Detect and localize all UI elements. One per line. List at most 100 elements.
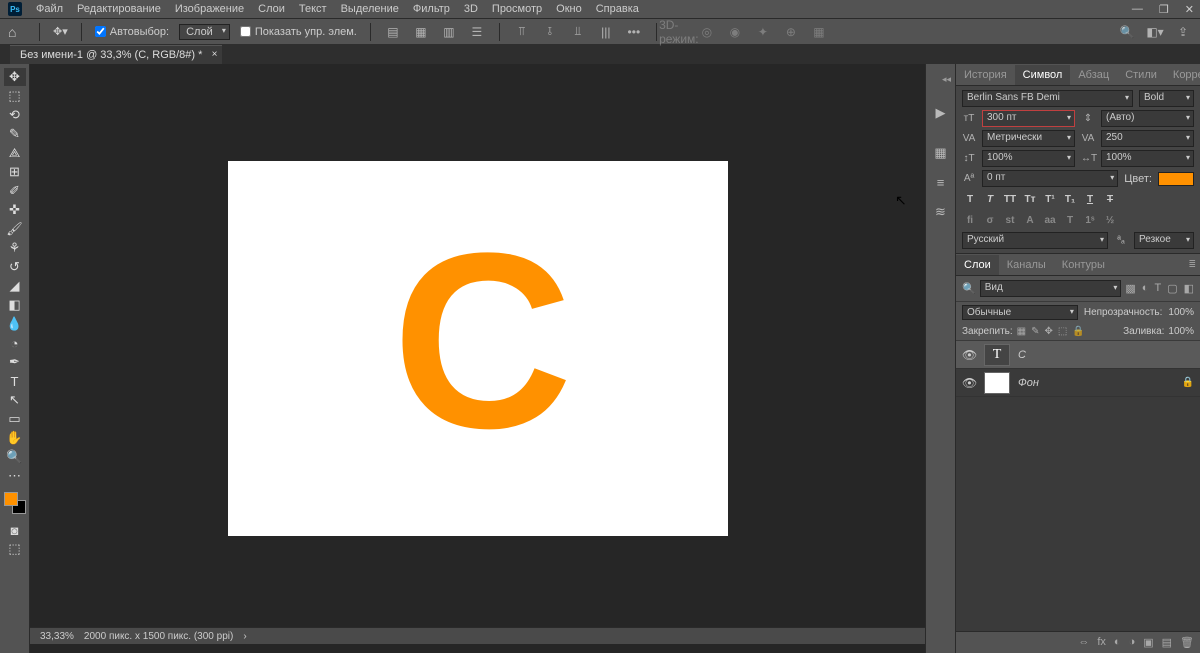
align-top-icon[interactable]: ⫪ [513,23,531,41]
doc-info[interactable]: 2000 пикс. x 1500 пикс. (300 ppi) [84,631,233,642]
menu-text[interactable]: Текст [299,3,327,15]
ot-1st[interactable]: 1ˢ [1082,213,1098,227]
move-tool[interactable]: ✥ [4,68,26,86]
paths-tab[interactable]: Контуры [1054,255,1113,275]
menu-window[interactable]: Окно [556,3,582,15]
layer-item[interactable]: 👁 T C [956,341,1200,369]
layer-search-icon[interactable]: 🔍 [962,282,976,295]
lock-transparency-icon[interactable]: ▦ [1017,326,1026,337]
maximize-icon[interactable]: ❐ [1159,3,1169,16]
color-swatches[interactable] [4,492,26,514]
filter-text-icon[interactable]: T [1154,282,1161,295]
zoom-level[interactable]: 33,33% [40,631,74,642]
distribute-icon[interactable]: ☰ [468,23,486,41]
history-tab[interactable]: История [956,65,1015,85]
layers-panel-menu-icon[interactable]: ≣ [1188,259,1196,270]
layer-thumbnail[interactable]: T [984,344,1010,366]
brush-tool[interactable]: 🖌 [4,220,26,238]
screenmode-tool[interactable]: ⬚ [4,540,26,558]
clone-tool[interactable]: ⚘ [4,239,26,257]
minimize-icon[interactable]: — [1132,3,1143,15]
filter-adjust-icon[interactable]: ◐ [1142,282,1149,295]
document-tab-close-icon[interactable]: × [212,49,218,60]
strikethrough-button[interactable]: T [1102,192,1118,206]
lock-paint-icon[interactable]: ✎ [1031,326,1039,337]
hscale-input[interactable]: 100% [1101,150,1194,167]
edit-toolbar[interactable]: ⋯ [4,467,26,485]
leading-input[interactable]: (Авто) [1101,110,1194,127]
ot-ad[interactable]: aa [1042,213,1058,227]
panel-icon-2[interactable]: ≡ [937,175,945,190]
bold-button[interactable]: T [962,192,978,206]
filter-smart-icon[interactable]: ◧ [1184,282,1194,295]
quickmask-tool[interactable]: ◙ [4,521,26,539]
eyedropper-tool[interactable]: ✐ [4,182,26,200]
lasso-tool[interactable]: ⟲ [4,106,26,124]
type-tool[interactable]: T [4,372,26,390]
menu-view[interactable]: Просмотр [492,3,542,15]
lock-all-icon[interactable]: 🔒 [1072,326,1084,337]
lock-artboard-icon[interactable]: ⬚ [1058,326,1067,337]
path-select-tool[interactable]: ↖ [4,391,26,409]
show-controls-checkbox[interactable]: Показать упр. элем. [240,26,357,38]
pen-tool[interactable]: ✒ [4,353,26,371]
layer-name[interactable]: Фон [1018,377,1039,389]
menu-edit[interactable]: Редактирование [77,3,161,15]
move-tool-icon[interactable]: ✥▾ [53,25,68,38]
allcaps-button[interactable]: TT [1002,192,1018,206]
underline-button[interactable]: T [1082,192,1098,206]
layer-visibility-icon[interactable]: 👁 [962,348,976,362]
ot-half[interactable]: ½ [1102,213,1118,227]
eraser-tool[interactable]: ◢ [4,277,26,295]
language-dropdown[interactable]: Русский [962,232,1108,249]
align-bottom-icon[interactable]: ⫫ [569,23,587,41]
distribute-v-icon[interactable]: ||| [597,23,615,41]
workspace-icon[interactable]: ◧▾ [1146,23,1164,41]
lock-position-icon[interactable]: ✥ [1045,326,1053,337]
fill-value[interactable]: 100% [1168,326,1194,337]
artboard[interactable]: C [228,161,728,536]
blend-mode-dropdown[interactable]: Обычные [962,305,1078,320]
ot-st[interactable]: st [1002,213,1018,227]
auto-select-target-dropdown[interactable]: Слой [179,24,230,40]
hand-tool[interactable]: ✋ [4,429,26,447]
font-family-dropdown[interactable]: Berlin Sans FB Demi [962,90,1133,107]
tracking-input[interactable]: 250 [1101,130,1194,147]
paragraph-tab[interactable]: Абзац [1070,65,1117,85]
text-color-swatch[interactable] [1158,172,1194,186]
marquee-tool[interactable]: ⬚ [4,87,26,105]
search-icon[interactable]: 🔍 [1118,23,1136,41]
show-controls-input[interactable] [240,26,251,37]
panel-icon-3[interactable]: ≋ [935,204,946,220]
rectangle-tool[interactable]: ▭ [4,410,26,428]
menu-filter[interactable]: Фильтр [413,3,450,15]
history-brush-tool[interactable]: ↺ [4,258,26,276]
kerning-input[interactable]: Метрически [982,130,1075,147]
panel-collapse-icon[interactable]: ◂◂ [942,74,951,85]
more-opts-icon[interactable]: ••• [625,23,643,41]
healing-tool[interactable]: ✜ [4,201,26,219]
link-layers-icon[interactable]: ⇔ [1078,636,1089,649]
layer-name[interactable]: C [1018,349,1026,361]
vscale-input[interactable]: 100% [982,150,1075,167]
layer-lock-icon[interactable]: 🔒 [1182,377,1194,388]
menu-3d[interactable]: 3D [464,3,478,15]
panel-icon-1[interactable]: ▦ [934,145,946,161]
blur-tool[interactable]: 💧 [4,315,26,333]
subscript-button[interactable]: T₁ [1062,192,1078,206]
auto-select-checkbox[interactable]: Автовыбор: [95,26,169,38]
document-tab[interactable]: Без имени-1 @ 33,3% (C, RGB/8#) * × [10,45,222,64]
italic-button[interactable]: T [982,192,998,206]
font-size-input[interactable]: 300 пт [982,110,1075,127]
canvas-area[interactable]: C ↖ [30,64,925,653]
menu-image[interactable]: Изображение [175,3,244,15]
text-layer-content[interactable]: C [392,196,563,483]
adjustment-icon[interactable]: ◑ [1129,636,1136,649]
fx-icon[interactable]: fx [1097,636,1106,649]
menu-select[interactable]: Выделение [341,3,399,15]
layer-visibility-icon[interactable]: 👁 [962,376,976,390]
close-icon[interactable]: ✕ [1185,3,1194,16]
mask-icon[interactable]: ◐ [1114,636,1121,649]
layer-thumbnail[interactable] [984,372,1010,394]
ot-fi[interactable]: fi [962,213,978,227]
